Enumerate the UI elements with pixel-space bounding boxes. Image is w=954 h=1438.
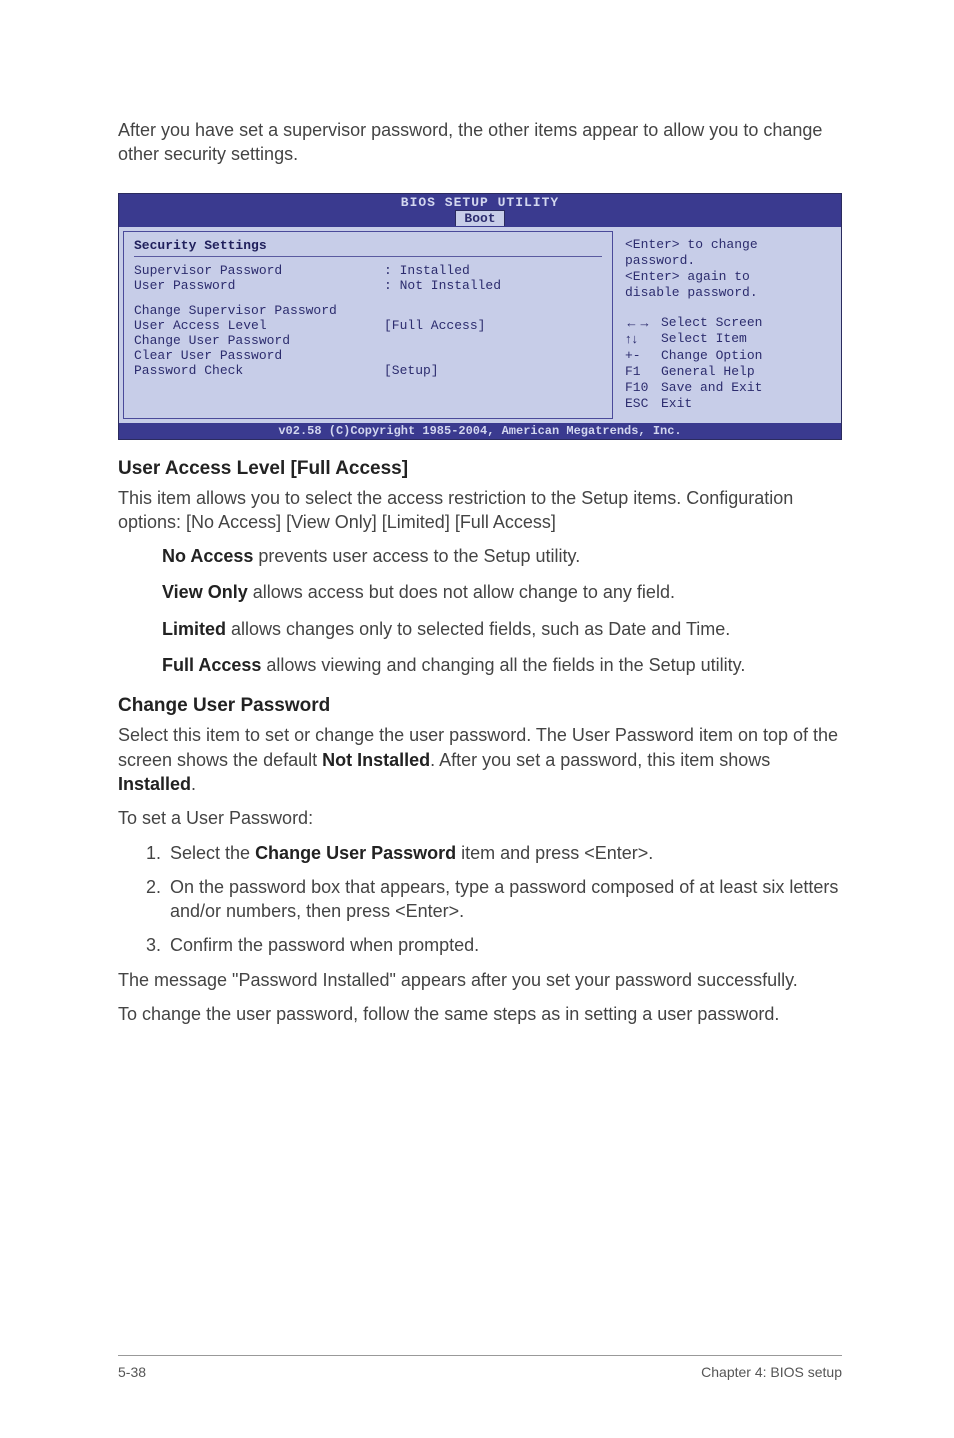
user-password-value: : Not Installed (384, 278, 501, 293)
bios-copyright-footer: v02.58 (C)Copyright 1985-2004, American … (119, 423, 841, 439)
help-general-help: General Help (661, 364, 755, 380)
user-access-level-label: User Access Level (134, 318, 384, 333)
password-check-value: [Setup] (384, 363, 439, 378)
help-line: <Enter> to change (625, 237, 829, 253)
change-supervisor-password: Change Supervisor Password (134, 303, 337, 318)
installed-bold: Installed (118, 774, 191, 794)
bios-help-panel: <Enter> to change password. <Enter> agai… (617, 231, 837, 419)
step-1: Select the Change User Password item and… (166, 841, 842, 865)
not-installed-bold: Not Installed (322, 750, 430, 770)
supervisor-password-value: : Installed (384, 263, 470, 278)
page-number: 5-38 (118, 1364, 146, 1380)
steps-list: Select the Change User Password item and… (140, 841, 842, 958)
limited-bold: Limited (162, 619, 226, 639)
user-password-label: User Password (134, 278, 384, 293)
help-line: disable password. (625, 285, 829, 301)
user-access-level-value: [Full Access] (384, 318, 485, 333)
change-user-password-heading: Change User Password (118, 695, 842, 717)
bios-tab-boot: Boot (455, 210, 504, 226)
supervisor-password-label: Supervisor Password (134, 263, 384, 278)
to-set-user-password: To set a User Password: (118, 806, 842, 830)
user-access-level-desc: This item allows you to select the acces… (118, 486, 842, 535)
help-change-option: Change Option (661, 348, 762, 364)
help-line: password. (625, 253, 829, 269)
help-line: <Enter> again to (625, 269, 829, 285)
clear-user-password: Clear User Password (134, 348, 282, 363)
intro-paragraph: After you have set a supervisor password… (118, 118, 842, 167)
key-arrows-h-icon: ←→ (625, 315, 655, 331)
no-access-line: No Access prevents user access to the Se… (162, 544, 842, 568)
bios-left-panel: Security Settings Supervisor Password : … (123, 231, 613, 419)
password-installed-msg: The message "Password Installed" appears… (118, 968, 842, 992)
change-user-password: Change User Password (134, 333, 290, 348)
step-2: On the password box that appears, type a… (166, 875, 842, 924)
bios-header: BIOS SETUP UTILITY Boot (119, 194, 841, 227)
no-access-bold: No Access (162, 546, 253, 566)
full-access-bold: Full Access (162, 655, 261, 675)
cup-desc: Select this item to set or change the us… (118, 723, 842, 796)
view-only-bold: View Only (162, 582, 248, 602)
key-f1-icon: F1 (625, 364, 655, 380)
full-access-line: Full Access allows viewing and changing … (162, 653, 842, 677)
chapter-label: Chapter 4: BIOS setup (701, 1364, 842, 1380)
help-exit: Exit (661, 396, 692, 412)
step1-bold: Change User Password (255, 843, 456, 863)
key-plus-minus-icon: +- (625, 348, 655, 364)
key-f10-icon: F10 (625, 380, 655, 396)
step-3: Confirm the password when prompted. (166, 933, 842, 957)
bios-section-header: Security Settings (134, 238, 602, 257)
view-only-line: View Only allows access but does not all… (162, 580, 842, 604)
password-check-label: Password Check (134, 363, 384, 378)
help-select-item: Select Item (661, 331, 747, 347)
key-esc-icon: ESC (625, 396, 655, 412)
to-change-user-password: To change the user password, follow the … (118, 1002, 842, 1026)
limited-line: Limited allows changes only to selected … (162, 617, 842, 641)
help-save-exit: Save and Exit (661, 380, 762, 396)
help-select-screen: Select Screen (661, 315, 762, 331)
key-arrows-v-icon: ↑↓ (625, 331, 655, 347)
bios-title: BIOS SETUP UTILITY (119, 195, 841, 210)
bios-screenshot: BIOS SETUP UTILITY Boot Security Setting… (118, 193, 842, 440)
user-access-level-heading: User Access Level [Full Access] (118, 458, 842, 480)
